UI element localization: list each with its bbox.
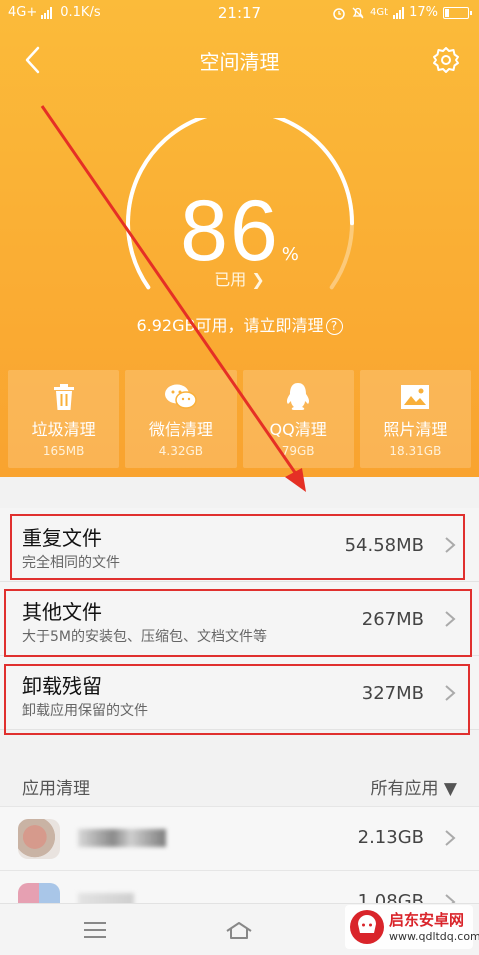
tile-label: 照片清理 bbox=[383, 420, 448, 439]
help-icon[interactable]: ? bbox=[325, 318, 343, 335]
wechat-icon bbox=[125, 382, 236, 412]
list-item-title: 卸载残留 bbox=[22, 674, 102, 698]
tile-size: 79GB bbox=[281, 444, 315, 458]
battery-percent: 17% bbox=[409, 5, 438, 20]
app-row[interactable]: 2.13GB bbox=[0, 806, 479, 870]
chevron-right-icon bbox=[445, 537, 456, 553]
tile-size: 165MB bbox=[42, 444, 85, 458]
alarm-icon bbox=[333, 7, 345, 20]
menu-icon[interactable] bbox=[80, 918, 110, 942]
cleanup-tiles: 垃圾清理 165MB 微信清理 4.32GB QQ清理 79GB 照片清理 18… bbox=[8, 370, 471, 468]
trash-icon bbox=[8, 382, 119, 412]
used-label: 已用 bbox=[214, 270, 247, 289]
app-clean-section-header: 应用清理 所有应用 ▼ bbox=[0, 762, 479, 806]
tile-junk-clean[interactable]: 垃圾清理 165MB bbox=[8, 370, 120, 468]
tile-label: 垃圾清理 bbox=[31, 420, 96, 439]
list-item-duplicate-files[interactable]: 重复文件 完全相同的文件 54.58MB bbox=[0, 508, 479, 582]
free-space-text: 6.92GB可用，请立即清理 bbox=[136, 316, 324, 335]
qq-icon bbox=[243, 382, 354, 412]
list-item-subtitle: 卸载应用保留的文件 bbox=[22, 703, 148, 719]
chevron-right-icon bbox=[445, 611, 456, 627]
list-item-other-files[interactable]: 其他文件 大于5M的安装包、压缩包、文档文件等 267MB bbox=[0, 582, 479, 656]
tile-size: 18.31GB bbox=[389, 444, 442, 458]
battery-icon bbox=[443, 6, 472, 19]
list-item-size: 54.58MB bbox=[344, 535, 424, 556]
used-link[interactable]: 已用 ❯ bbox=[0, 266, 479, 290]
list-item-title: 重复文件 bbox=[22, 526, 102, 550]
percent-sign: % bbox=[281, 244, 299, 265]
file-category-list: 重复文件 完全相同的文件 54.58MB 其他文件 大于5M的安装包、压缩包、文… bbox=[0, 508, 479, 730]
tile-photo-clean[interactable]: 照片清理 18.31GB bbox=[359, 370, 471, 468]
chevron-right-icon bbox=[445, 830, 456, 846]
chevron-right-icon bbox=[445, 685, 456, 701]
usage-percent-value: 86 bbox=[180, 183, 280, 279]
photo-icon bbox=[360, 382, 471, 412]
free-space-info: 6.92GB可用，请立即清理? bbox=[0, 312, 479, 336]
tile-label: 微信清理 bbox=[148, 420, 213, 439]
app-filter-dropdown[interactable]: 所有应用 ▼ bbox=[371, 774, 457, 799]
gear-icon[interactable] bbox=[430, 44, 462, 76]
app-name-blurred bbox=[78, 829, 166, 847]
watermark-logo-icon bbox=[350, 910, 384, 944]
app-icon bbox=[18, 819, 60, 859]
storage-header: 4G+ 0.1K/s 21:17 4Gt 17% 空间清理 86% 已用 ❯ 6… bbox=[0, 0, 479, 477]
list-item-size: 327MB bbox=[361, 683, 424, 704]
list-item-title: 其他文件 bbox=[22, 600, 102, 624]
status-bar: 4G+ 0.1K/s 21:17 4Gt 17% bbox=[0, 0, 479, 28]
app-size: 2.13GB bbox=[357, 827, 424, 848]
home-icon[interactable] bbox=[224, 918, 254, 942]
tile-wechat-clean[interactable]: 微信清理 4.32GB bbox=[125, 370, 237, 468]
watermark: 启东安卓网 www.qdltdq.com bbox=[345, 905, 479, 949]
watermark-name: 启东安卓网 bbox=[389, 911, 465, 929]
tile-size: 4.32GB bbox=[158, 444, 203, 458]
list-item-size: 267MB bbox=[361, 609, 424, 630]
mute-icon bbox=[352, 7, 364, 18]
list-item-uninstall-residue[interactable]: 卸载残留 卸载应用保留的文件 327MB bbox=[0, 656, 479, 730]
tile-label: QQ清理 bbox=[269, 420, 327, 439]
section-title: 应用清理 bbox=[22, 779, 90, 799]
page-title: 空间清理 bbox=[199, 50, 280, 74]
signal-icon-2 bbox=[393, 6, 405, 19]
tile-qq-clean[interactable]: QQ清理 79GB bbox=[242, 370, 354, 468]
list-item-subtitle: 大于5M的安装包、压缩包、文档文件等 bbox=[22, 629, 267, 645]
network-type-2: 4Gt bbox=[370, 7, 389, 18]
watermark-url: www.qdltdq.com bbox=[389, 930, 479, 943]
chevron-right-icon: ❯ bbox=[251, 270, 265, 289]
list-item-subtitle: 完全相同的文件 bbox=[22, 555, 120, 571]
